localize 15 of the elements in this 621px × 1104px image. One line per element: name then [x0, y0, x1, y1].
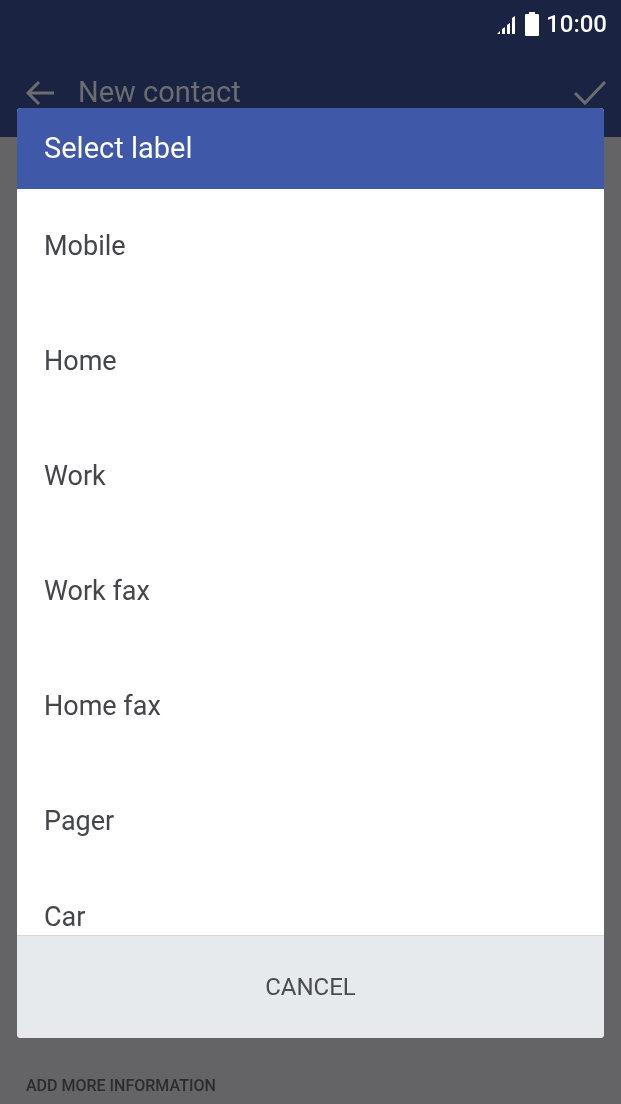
label-option[interactable]: Car [44, 897, 86, 935]
label-option[interactable]: Mobile [44, 226, 126, 267]
back-arrow-icon[interactable] [24, 78, 56, 107]
clock-time: 10:00 [546, 9, 607, 40]
cancel-button[interactable]: CANCEL [17, 935, 604, 1038]
battery-icon [524, 12, 541, 36]
label-option[interactable]: Home fax [44, 686, 161, 727]
screen-title: New contact [78, 73, 241, 111]
label-option[interactable]: Work [44, 456, 106, 497]
section-header: ADD MORE INFORMATION [26, 1075, 216, 1097]
checkmark-icon[interactable] [573, 78, 607, 107]
dialog-title: Select label [44, 129, 193, 167]
label-option[interactable]: Pager [44, 801, 115, 842]
label-option[interactable]: Work fax [44, 571, 150, 612]
label-option[interactable]: Home [44, 341, 117, 382]
